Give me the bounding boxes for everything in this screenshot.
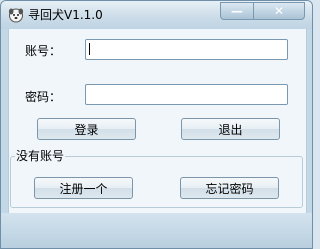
- close-button[interactable]: ✕: [253, 2, 305, 20]
- text-caret: [89, 43, 90, 55]
- window-bottom-frame: [1, 213, 312, 248]
- account-input[interactable]: [85, 39, 288, 60]
- forgot-password-button[interactable]: 忘记密码: [180, 177, 279, 199]
- title-bar[interactable]: 寻回犬V1.1.0 — ✕: [1, 1, 312, 29]
- login-button[interactable]: 登录: [37, 118, 136, 140]
- dog-face-icon: [8, 7, 24, 23]
- exit-button[interactable]: 退出: [181, 118, 280, 140]
- minimize-button[interactable]: —: [220, 2, 254, 20]
- register-button[interactable]: 注册一个: [34, 177, 133, 199]
- login-window: 寻回犬V1.1.0 — ✕ 账号： 密码： 登录 退出 没有账号 注册一个 忘记: [0, 0, 313, 249]
- window-title: 寻回犬V1.1.0: [28, 8, 103, 22]
- client-area: 账号： 密码： 登录 退出 没有账号 注册一个 忘记密码: [8, 29, 307, 213]
- password-label: 密码：: [25, 90, 62, 104]
- password-input[interactable]: [85, 84, 288, 105]
- exit-button-label: 退出: [218, 122, 243, 137]
- account-label: 账号：: [25, 44, 62, 58]
- forgot-password-button-label: 忘记密码: [205, 181, 254, 196]
- login-button-label: 登录: [74, 122, 99, 137]
- minimize-icon: —: [231, 4, 243, 18]
- no-account-group-title: 没有账号: [15, 149, 66, 163]
- register-button-label: 注册一个: [59, 181, 108, 196]
- close-icon: ✕: [273, 4, 285, 18]
